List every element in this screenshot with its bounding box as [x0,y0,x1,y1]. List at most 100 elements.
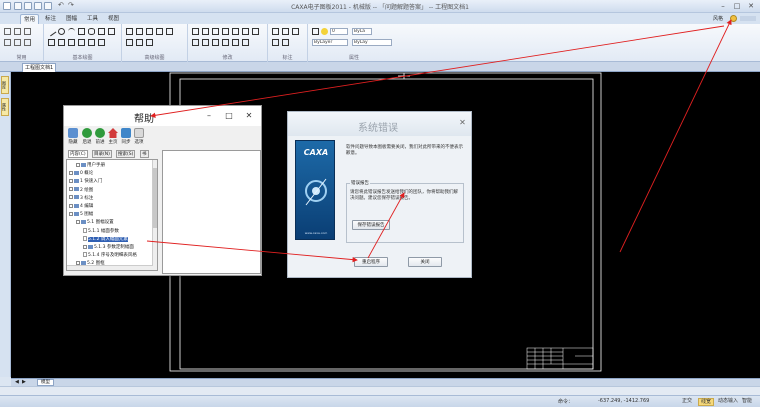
tree-item[interactable]: 5.2 图框 [76,260,105,267]
tree-item-label: 2 绘图 [80,187,94,193]
error-title: 系统错误 [358,123,398,134]
book-icon [81,162,86,167]
tree-item-label: 0 概论 [80,171,94,177]
home-icon[interactable] [108,128,118,138]
book-icon [74,187,79,192]
tree-item[interactable]: 3 标注 [69,195,93,202]
book-icon [81,260,86,265]
tree-item[interactable]: 0 概论 [69,170,93,177]
tree-item[interactable]: 2 绘图 [69,187,93,194]
page-icon [83,252,87,258]
tree-item[interactable]: 1 快速入门 [69,178,102,185]
help-minimize-button[interactable]: – [204,111,214,121]
toolbar-label: 前进 [95,140,105,145]
tree-item[interactable]: 5.1.2 调入幅面元素 [83,235,128,243]
save-report-button[interactable]: 保存错误报告 [352,220,390,230]
logo-graphic-icon [305,178,327,206]
tree-item[interactable]: 5.1 图幅设置 [76,219,114,226]
tab-search[interactable]: 搜索(S) [116,150,136,158]
error-close-icon[interactable]: ✕ [458,118,467,127]
restart-button[interactable]: 重启程序 [354,257,388,267]
error-report-text: 请您将此错误报告发送给我们的团队，你将帮助我们解决问题。建议您保存错误报告。 [350,190,458,201]
scroll-left-icon[interactable]: ◀ [15,380,20,385]
command-prompt: 命令： [558,399,574,405]
book-icon [74,211,79,216]
dynamic-input-toggle[interactable]: 动态输入 [716,398,740,406]
sync-icon[interactable] [121,128,131,138]
expand-icon[interactable] [69,211,73,216]
tree-item[interactable]: 5.1.1 幅面参数 [83,227,119,235]
caxa-logo: CAXA www.caxa.com [295,140,335,240]
tree-item-label: 5.2 图框 [87,261,105,267]
smart-snap-toggle[interactable]: 智能 [740,398,754,406]
expand-icon[interactable] [69,203,73,208]
help-content-pane [162,150,261,274]
error-title-bar[interactable]: 系统错误 ✕ [288,112,471,136]
book-icon [74,203,79,208]
close-dialog-button[interactable]: 关闭 [408,257,442,267]
tree-item-label: 5.1.3 参数定制幅面 [94,245,134,250]
tree-item-label: 4 编辑 [80,204,94,209]
book-icon [81,219,86,224]
book-icon [74,170,79,175]
tree-item-label: 5.1.4 序号及明细表风格 [88,253,137,259]
tree-item[interactable]: 5.1.4 序号及明细表风格 [83,252,137,259]
command-bar[interactable] [0,386,760,395]
tree-vertical-scrollbar[interactable] [152,160,157,270]
error-message: 软件问题导致本图板需要关闭，我们对此所带来的不便表示歉意。 [346,145,463,156]
expand-icon[interactable] [76,219,80,224]
expand-icon[interactable] [69,170,73,175]
expand-icon[interactable] [69,178,73,183]
expand-icon[interactable] [76,162,80,167]
tree-item-label: 5.1.2 调入幅面元素 [88,236,128,242]
toolbar-label: 后退 [82,140,92,145]
error-report-group: 错误报告 请您将此错误报告发送给我们的团队，你将帮助我们解决问题。建议您保存错误… [346,180,464,243]
toolbar-label: 同步 [121,140,131,145]
tree-item-label: 5.1.1 幅面参数 [88,228,119,234]
page-icon [83,227,87,233]
book-icon [74,195,79,200]
logo-url: www.caxa.com [304,231,328,235]
tree-item[interactable]: 5 图幅 [69,211,93,218]
tree-item-label: 1 快速入门 [80,179,103,185]
status-bar: 命令： -637.249, -1412.769 正交 线宽 动态输入 智能 [0,395,760,407]
tab-favorites[interactable]: 书 [140,150,149,158]
tree-item-label: 3 标注 [80,195,94,201]
coordinates-readout: -637.249, -1412.769 [598,398,650,404]
book-icon [88,244,93,249]
ortho-toggle[interactable]: 正交 [680,398,694,406]
help-maximize-button[interactable]: □ [224,111,234,121]
tree-item-label: 用户手册 [87,163,105,168]
expand-icon[interactable] [76,260,80,265]
help-window: 帮助 – □ ✕ 隐藏 后退 前进 主页 同步 选项 内容(C) 目录(N) 搜… [63,105,262,276]
options-icon[interactable] [134,128,144,138]
tree-item[interactable]: 5.1.3 参数定制幅面 [83,244,134,251]
tree-item[interactable]: 用户手册 [76,162,105,169]
book-icon [74,178,79,183]
toolbar-label: 选项 [134,140,144,145]
lineweight-toggle[interactable]: 线宽 [698,398,715,406]
hide-icon[interactable] [68,128,78,138]
tab-contents[interactable]: 内容(C) [68,150,88,158]
error-report-legend: 错误报告 [350,180,370,186]
title-block [526,347,594,370]
system-error-dialog: 系统错误 ✕ CAXA www.caxa.com 软件问题导致本图板需要关闭，我… [287,111,472,278]
help-close-button[interactable]: ✕ [244,111,254,121]
scroll-thumb[interactable] [153,168,157,228]
contents-tree: 用户手册 0 概论 1 快速入门 2 绘图 3 标注 4 编辑 5 图幅 5.1 图幅设置 5.… [66,159,158,271]
help-title-bar[interactable]: 帮助 – □ ✕ [64,106,261,126]
toolbar-label: 主页 [108,140,118,145]
help-title: 帮助 [134,114,154,125]
sheet-tab-bar: ◀ ▶ 模型 [11,378,760,386]
scroll-right-icon[interactable]: ▶ [22,380,27,385]
tree-item-label: 5 图幅 [80,212,94,218]
sheet-tab-model[interactable]: 模型 [37,379,54,386]
tree-item[interactable]: 4 编辑 [69,203,93,210]
tab-index[interactable]: 目录(N) [92,150,112,158]
expand-icon[interactable] [69,187,73,192]
toolbar-label: 隐藏 [68,140,78,145]
expand-icon[interactable] [83,244,87,249]
forward-icon[interactable] [95,128,105,138]
back-icon[interactable] [82,128,92,138]
expand-icon[interactable] [69,195,73,200]
